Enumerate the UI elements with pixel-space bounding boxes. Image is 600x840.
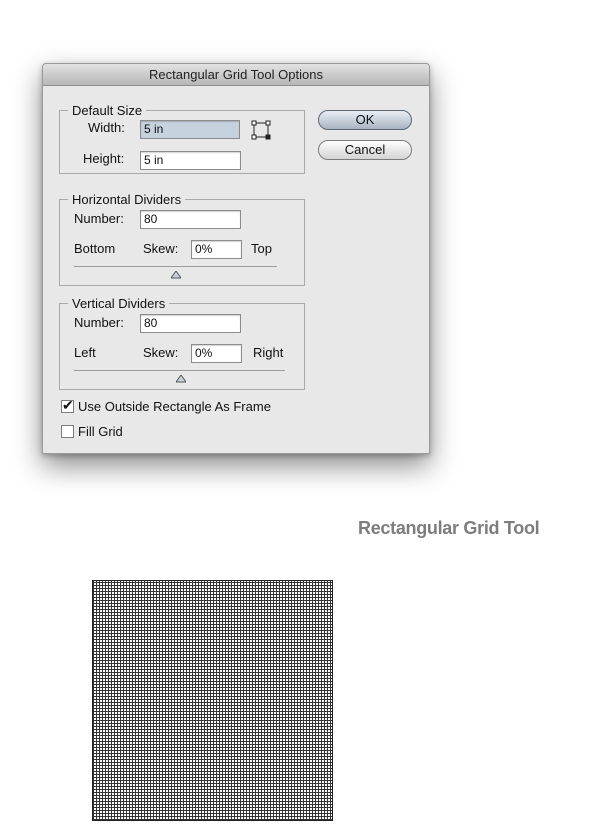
horizontal-skew-label: Skew: (143, 241, 179, 256)
dialog-title: Rectangular Grid Tool Options (43, 64, 429, 86)
checkmark-icon: ✔ (62, 397, 74, 413)
use-outside-rectangle-label: Use Outside Rectangle As Frame (78, 399, 271, 414)
use-outside-rectangle-checkbox[interactable]: ✔ (61, 397, 74, 413)
vertical-right-label: Right (253, 345, 284, 360)
horizontal-dividers-legend: Horizontal Dividers (72, 192, 182, 207)
vertical-left-label: Left (74, 345, 96, 360)
width-label: Width: (88, 120, 125, 135)
height-label: Height: (83, 151, 125, 166)
fill-grid-label: Fill Grid (78, 424, 123, 439)
width-field[interactable]: 5 in (140, 120, 240, 139)
horizontal-skew-slider-thumb[interactable] (170, 266, 182, 279)
horizontal-dividers-group: Horizontal Dividers (59, 192, 305, 286)
caption-title: Rectangular Grid Tool (358, 518, 540, 538)
vertical-dividers-legend: Vertical Dividers (72, 296, 166, 311)
horizontal-number-label: Number: (74, 211, 124, 226)
vertical-number-field[interactable]: 80 (140, 314, 241, 333)
vertical-number-label: Number: (74, 315, 124, 330)
horizontal-top-label: Top (251, 241, 272, 256)
default-size-legend: Default Size (72, 103, 143, 118)
rectangular-grid-tool-options-dialog: Rectangular Grid Tool Options Default Si… (42, 63, 430, 454)
rectangular-grid-preview (92, 580, 333, 821)
horizontal-skew-field[interactable]: 0% (191, 240, 242, 259)
vertical-skew-slider-thumb[interactable] (175, 370, 187, 383)
cancel-button[interactable]: Cancel (318, 140, 412, 160)
height-field[interactable]: 5 in (140, 151, 241, 170)
vertical-skew-field[interactable]: 0% (191, 344, 242, 363)
horizontal-bottom-label: Bottom (74, 241, 116, 256)
vertical-skew-label: Skew: (143, 345, 179, 360)
grid-origin-icon[interactable] (251, 120, 271, 140)
ok-button[interactable]: OK (318, 110, 412, 130)
horizontal-number-field[interactable]: 80 (140, 210, 241, 229)
fill-grid-checkbox[interactable] (61, 425, 74, 438)
